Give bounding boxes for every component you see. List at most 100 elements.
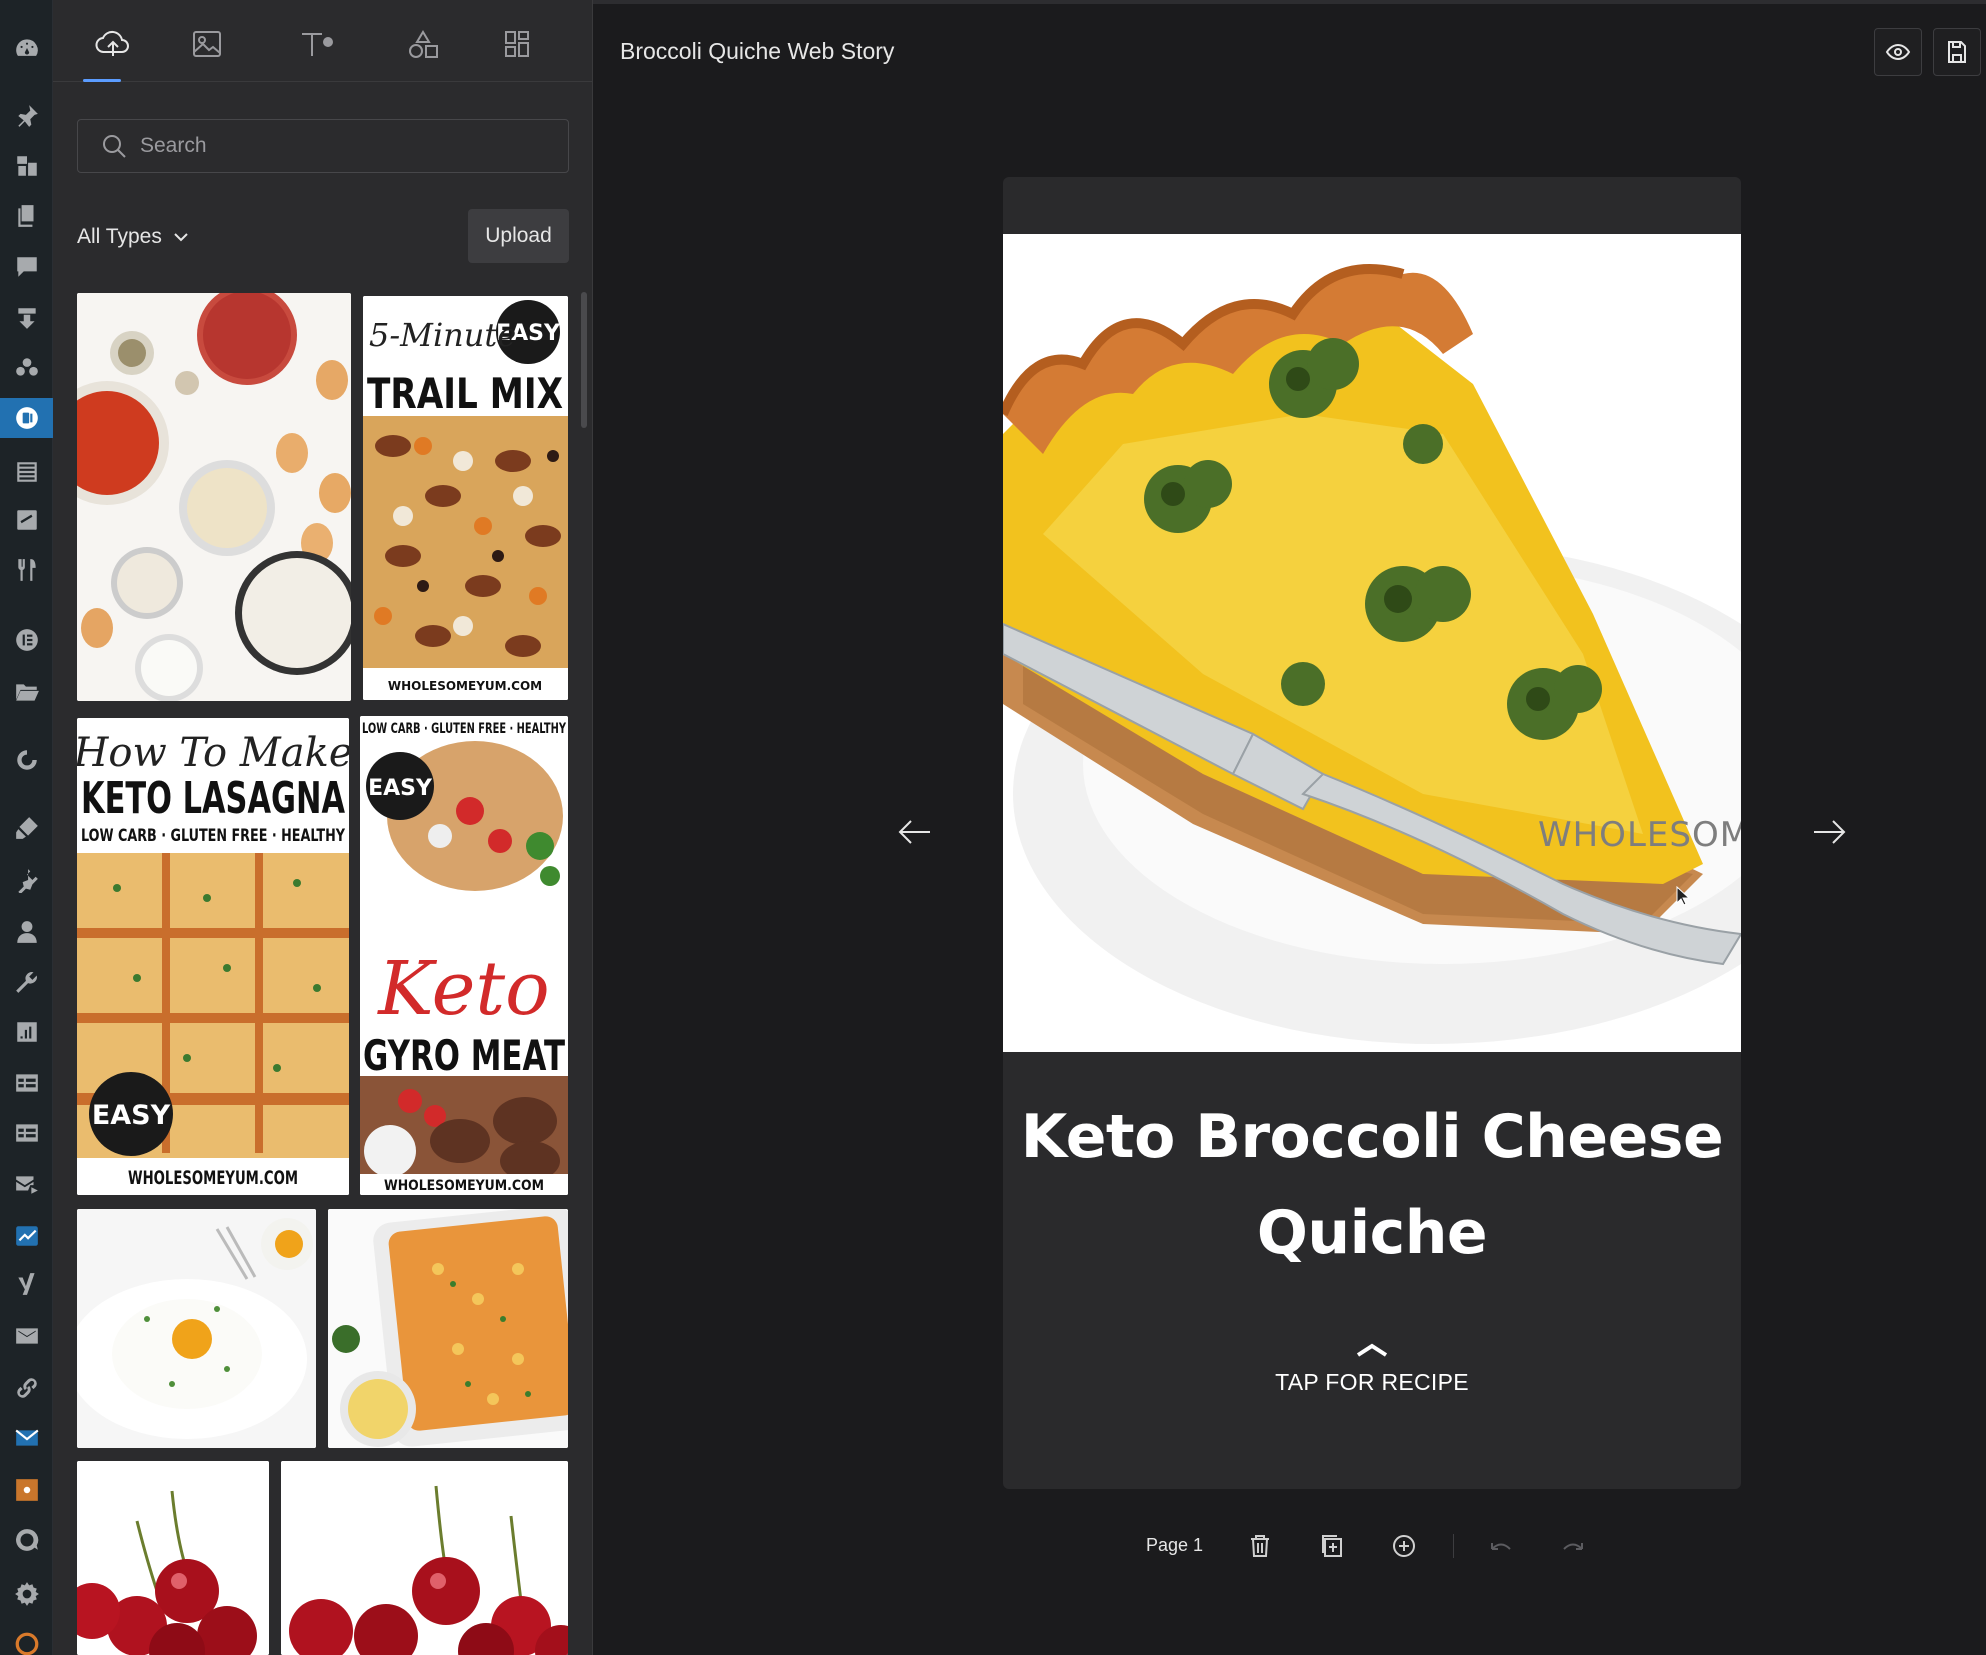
quiche-hero-image[interactable]: WHOLESOME yum xyxy=(1003,234,1741,1052)
mail-icon[interactable] xyxy=(0,1418,53,1458)
undo-icon xyxy=(1491,1543,1511,1550)
active-tab-indicator xyxy=(83,79,121,82)
shapes-tab[interactable] xyxy=(393,22,453,66)
dashboard-icon[interactable] xyxy=(0,28,53,68)
thumb-cherries-2[interactable] xyxy=(281,1461,568,1655)
list-icon[interactable] xyxy=(0,452,53,492)
upload-button[interactable]: Upload xyxy=(468,209,569,263)
elementor-icon[interactable] xyxy=(0,620,53,660)
cta-label: TAP FOR RECIPE xyxy=(1275,1369,1469,1395)
gyro-script: Keto xyxy=(376,946,549,1032)
sitemap-icon[interactable] xyxy=(0,1470,53,1510)
text-tab[interactable] xyxy=(286,22,346,66)
thumb-trail-mix[interactable]: EASY 5-Minute TRAIL MIX WHOLESOMEYUM.COM xyxy=(363,296,568,700)
pin-icon[interactable] xyxy=(0,96,53,136)
next-page-button[interactable] xyxy=(1807,810,1851,854)
arrow-left-icon xyxy=(898,820,930,844)
type-filter-dropdown[interactable]: All Types xyxy=(77,222,190,252)
pages-icon[interactable] xyxy=(0,196,53,236)
image-tab[interactable] xyxy=(177,22,237,66)
comments-icon[interactable] xyxy=(0,247,53,287)
lasagna-script: How To Make xyxy=(77,730,349,776)
lasagna-subtitle: LOW CARB · GLUTEN FREE · HEALTHY xyxy=(81,826,346,846)
undo-button[interactable] xyxy=(1483,1528,1519,1564)
mail-send-icon[interactable] xyxy=(0,1164,53,1204)
refresh-icon[interactable] xyxy=(0,1624,53,1655)
yoast-icon[interactable] xyxy=(0,1264,53,1304)
plugins-icon[interactable] xyxy=(0,860,53,900)
search-input[interactable] xyxy=(140,134,540,158)
gyro-credit: WHOLESOMEYUM.COM xyxy=(384,1178,544,1194)
admin-sidebar xyxy=(0,0,53,1655)
story-page-canvas[interactable]: WHOLESOME yum Keto Broccoli Cheese Quich… xyxy=(1003,177,1741,1489)
web-stories-icon[interactable] xyxy=(0,398,53,438)
chevron-up-icon xyxy=(1356,1343,1388,1357)
previous-page-button[interactable] xyxy=(893,810,937,854)
search-field[interactable] xyxy=(77,119,569,173)
type-filter-label: All Types xyxy=(77,225,162,248)
tap-for-recipe-cta[interactable]: TAP FOR RECIPE xyxy=(1003,1342,1741,1396)
link-icon[interactable] xyxy=(0,1368,53,1408)
thumb-casserole[interactable] xyxy=(328,1209,568,1448)
page-number-label: Page 1 xyxy=(1146,1535,1204,1555)
toolbar-divider xyxy=(1453,1534,1454,1558)
hero-watermark: WHOLESOME yum xyxy=(1538,815,1741,855)
lasagna-credit: WHOLESOMEYUM.COM xyxy=(128,1167,298,1189)
thumb-keto-lasagna[interactable]: How To Make KETO LASAGNA LOW CARB · GLUT… xyxy=(77,718,349,1195)
page-headline[interactable]: Keto Broccoli Cheese Quiche xyxy=(1003,1089,1741,1281)
gyro-title: GYRO MEAT xyxy=(363,1031,565,1080)
upload-tab[interactable] xyxy=(83,22,143,66)
download-icon[interactable] xyxy=(0,298,53,338)
search-icon xyxy=(103,135,126,158)
email-icon[interactable] xyxy=(0,1316,53,1356)
templates-tab[interactable] xyxy=(487,22,547,66)
thumb-pizza-ingredients[interactable] xyxy=(77,293,351,701)
thumb-cloud-eggs[interactable] xyxy=(77,1209,316,1448)
editor-top-border xyxy=(593,0,1986,4)
table-alt-icon[interactable] xyxy=(0,1113,53,1153)
chat-icon[interactable] xyxy=(0,1520,53,1560)
lasagna-title: KETO LASAGNA xyxy=(81,773,345,824)
library-scrollbar[interactable] xyxy=(581,292,587,428)
mouse-cursor-icon xyxy=(1676,886,1690,906)
thumb-keto-gyro[interactable]: LOW CARB · GLUTEN FREE · HEALTHY EASY Ke… xyxy=(360,716,568,1195)
preview-button[interactable] xyxy=(1874,28,1922,76)
story-editor-app: All Types Upload xyxy=(0,0,1986,1655)
table-icon[interactable] xyxy=(0,1063,53,1103)
check-icon[interactable] xyxy=(0,1216,53,1256)
user-icon[interactable] xyxy=(0,912,53,952)
gyro-badge: EASY xyxy=(368,776,433,801)
seo-icon[interactable] xyxy=(0,740,53,780)
eye-icon xyxy=(1885,43,1911,61)
users-group-icon[interactable] xyxy=(0,348,53,388)
library-tabs xyxy=(53,0,592,82)
recipe-icon[interactable] xyxy=(0,550,53,590)
delete-page-icon xyxy=(1251,1535,1269,1557)
story-editor: Broccoli Quiche Web Story WHOLESOM Keto … xyxy=(593,0,1986,1655)
duplicate-page-button[interactable] xyxy=(1314,1528,1350,1564)
story-title[interactable]: Broccoli Quiche Web Story xyxy=(620,38,894,65)
duplicate-page-icon xyxy=(1322,1535,1342,1557)
trail-mix-credit: WHOLESOMEYUM.COM xyxy=(388,679,542,693)
save-button[interactable] xyxy=(1933,28,1981,76)
redo-button[interactable] xyxy=(1555,1528,1591,1564)
gyro-subtitle: LOW CARB · GLUTEN FREE · HEALTHY xyxy=(362,721,567,737)
thumb-cherries-1[interactable] xyxy=(77,1461,269,1655)
media-icon[interactable] xyxy=(0,146,53,186)
add-page-button[interactable] xyxy=(1386,1528,1422,1564)
redo-icon xyxy=(1563,1543,1583,1550)
add-page-icon xyxy=(1393,1535,1415,1557)
delete-page-button[interactable] xyxy=(1242,1528,1278,1564)
analytics-icon[interactable] xyxy=(0,1012,53,1052)
folder-icon[interactable] xyxy=(0,672,53,712)
media-library-panel: All Types Upload xyxy=(53,0,593,1655)
arrow-right-icon xyxy=(1814,820,1846,844)
trail-mix-title: TRAIL MIX xyxy=(367,369,563,418)
settings-icon[interactable] xyxy=(0,1574,53,1614)
appearance-icon[interactable] xyxy=(0,808,53,848)
lasagna-badge: EASY xyxy=(92,1100,171,1131)
tools-icon[interactable] xyxy=(0,962,53,1002)
layout-icon[interactable] xyxy=(0,500,53,540)
trail-mix-script: 5-Minute xyxy=(369,316,516,354)
page-toolbar: Page 1 xyxy=(593,1524,1986,1568)
